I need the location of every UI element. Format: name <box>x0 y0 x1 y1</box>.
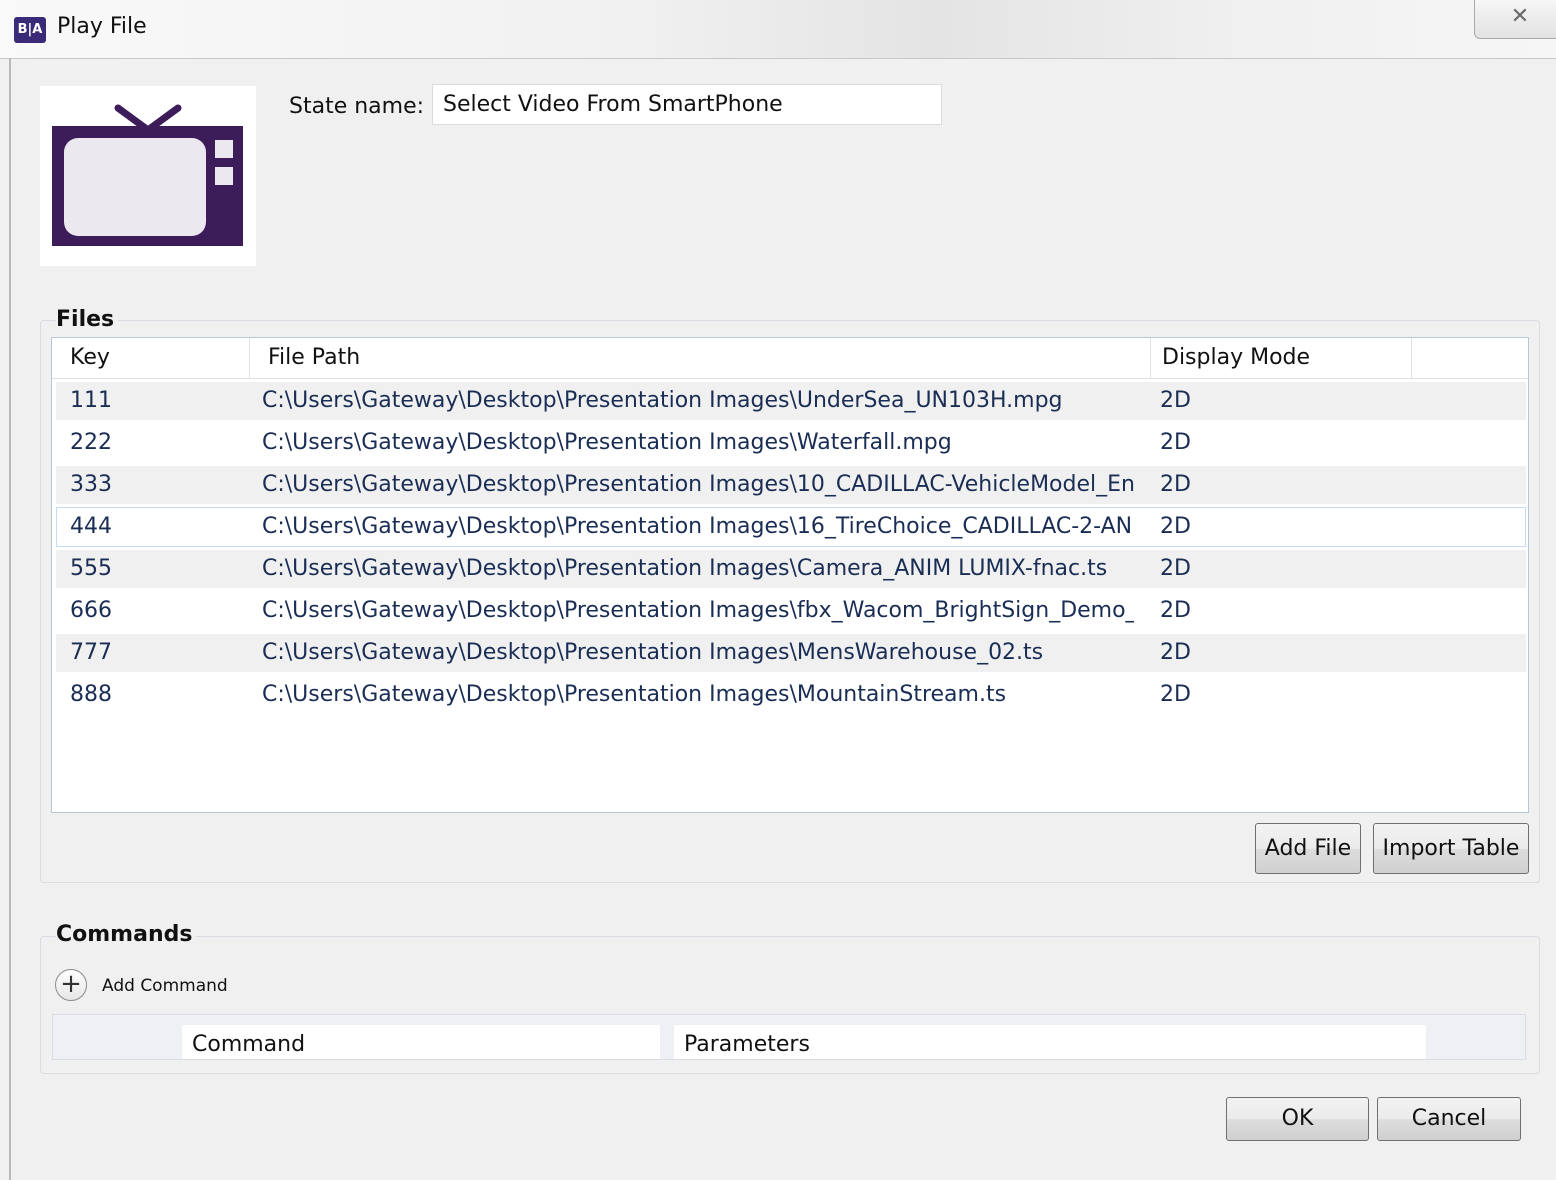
cell-display-mode: 2D <box>1160 556 1191 581</box>
close-button[interactable]: ✕ <box>1474 0 1556 39</box>
cell-file-path: C:\Users\Gateway\Desktop\Presentation Im… <box>262 388 1063 413</box>
table-row[interactable]: 111 C:\Users\Gateway\Desktop\Presentatio… <box>56 382 1526 420</box>
cell-display-mode: 2D <box>1160 640 1191 665</box>
close-icon: ✕ <box>1510 4 1530 29</box>
column-header-file-path[interactable]: File Path <box>249 338 1150 378</box>
commands-table: Command Parameters <box>52 1014 1526 1060</box>
cell-key: 777 <box>70 640 112 665</box>
state-name-label: State name: <box>289 94 425 119</box>
cell-key: 333 <box>70 472 112 497</box>
play-file-dialog: B|A Play File ✕ State name: Select Video… <box>0 0 1556 1180</box>
window-border <box>9 58 11 1180</box>
table-row[interactable]: 888 C:\Users\Gateway\Desktop\Presentatio… <box>56 676 1526 714</box>
title-bar: B|A Play File ✕ <box>0 0 1556 59</box>
cell-file-path: C:\Users\Gateway\Desktop\Presentation Im… <box>262 640 1044 665</box>
column-header-command[interactable]: Command <box>182 1025 660 1059</box>
cell-key: 666 <box>70 598 112 623</box>
cancel-button[interactable]: Cancel <box>1377 1097 1521 1141</box>
table-row-selected[interactable]: 444 C:\Users\Gateway\Desktop\Presentatio… <box>56 507 1526 547</box>
column-header-filler <box>1411 338 1528 378</box>
state-name-input[interactable]: Select Video From SmartPhone <box>432 84 942 125</box>
table-row[interactable]: 555 C:\Users\Gateway\Desktop\Presentatio… <box>56 550 1526 588</box>
table-row[interactable]: 222 C:\Users\Gateway\Desktop\Presentatio… <box>56 424 1526 462</box>
cell-key: 222 <box>70 430 112 455</box>
table-row[interactable]: 666 C:\Users\Gateway\Desktop\Presentatio… <box>56 592 1526 630</box>
cell-file-path: C:\Users\Gateway\Desktop\Presentation Im… <box>262 472 1134 497</box>
column-header-key[interactable]: Key <box>52 338 249 378</box>
cell-file-path: C:\Users\Gateway\Desktop\Presentation Im… <box>262 556 1108 581</box>
tv-icon <box>52 104 243 246</box>
files-table: Key File Path Display Mode 111 C:\Users\… <box>51 337 1529 813</box>
state-icon-frame <box>40 86 256 266</box>
cell-file-path: C:\Users\Gateway\Desktop\Presentation Im… <box>262 682 1007 707</box>
cell-display-mode: 2D <box>1160 682 1191 707</box>
cell-key: 111 <box>70 388 112 413</box>
window-title: Play File <box>57 14 147 39</box>
cell-display-mode: 2D <box>1160 514 1191 539</box>
app-logo-icon: B|A <box>14 17 46 43</box>
cell-key: 555 <box>70 556 112 581</box>
cell-display-mode: 2D <box>1160 430 1191 455</box>
cell-key: 888 <box>70 682 112 707</box>
add-command-icon[interactable]: + <box>55 969 87 1001</box>
add-command-label[interactable]: Add Command <box>102 976 228 996</box>
cell-file-path: C:\Users\Gateway\Desktop\Presentation Im… <box>262 514 1134 539</box>
cell-file-path: C:\Users\Gateway\Desktop\Presentation Im… <box>262 430 952 455</box>
cell-file-path: C:\Users\Gateway\Desktop\Presentation Im… <box>262 598 1134 623</box>
cell-display-mode: 2D <box>1160 388 1191 413</box>
table-row[interactable]: 777 C:\Users\Gateway\Desktop\Presentatio… <box>56 634 1526 672</box>
column-header-display-mode[interactable]: Display Mode <box>1150 338 1411 378</box>
files-group-title: Files <box>56 307 119 332</box>
cell-display-mode: 2D <box>1160 598 1191 623</box>
import-table-button[interactable]: Import Table <box>1373 823 1529 874</box>
add-file-button[interactable]: Add File <box>1255 823 1361 874</box>
commands-group-title: Commands <box>56 922 197 947</box>
cell-key: 444 <box>70 514 112 539</box>
table-row[interactable]: 333 C:\Users\Gateway\Desktop\Presentatio… <box>56 466 1526 504</box>
column-header-parameters[interactable]: Parameters <box>674 1025 1426 1059</box>
files-table-header: Key File Path Display Mode <box>52 338 1528 379</box>
ok-button[interactable]: OK <box>1226 1097 1369 1141</box>
cell-display-mode: 2D <box>1160 472 1191 497</box>
